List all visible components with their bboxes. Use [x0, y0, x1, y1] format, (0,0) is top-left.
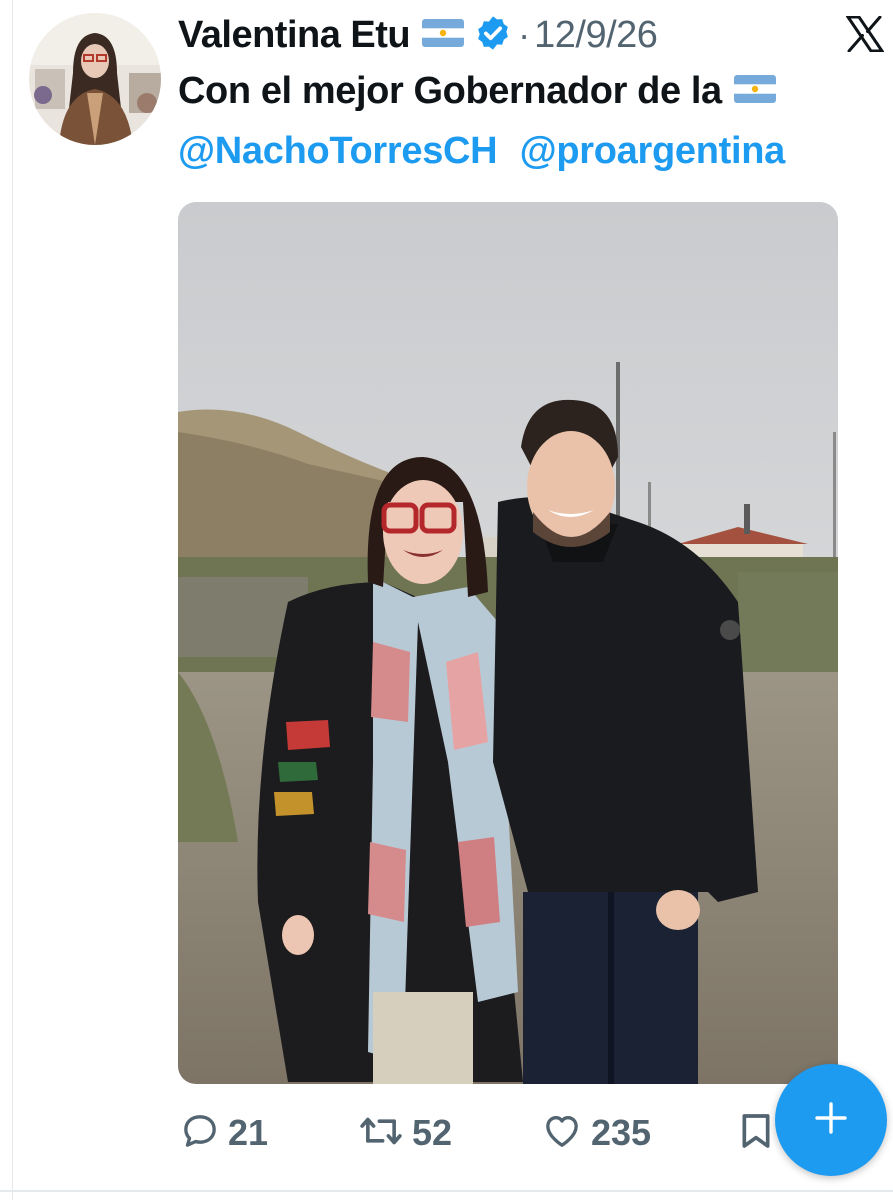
- bookmark-icon: [738, 1111, 774, 1156]
- tweet-text: Con el mejor Gobernador de la: [178, 70, 776, 113]
- compose-button[interactable]: [775, 1064, 887, 1176]
- separator: ·: [518, 14, 531, 55]
- bottom-divider: [0, 1190, 893, 1192]
- like-count: 235: [591, 1112, 652, 1153]
- mention-link[interactable]: @NachoTorresCH: [178, 130, 498, 172]
- retweet-icon: [358, 1111, 404, 1156]
- reply-icon: [180, 1111, 220, 1156]
- tweet-actions: 21 52 235: [0, 1108, 893, 1158]
- heart-icon: [541, 1111, 583, 1156]
- tweet-photo[interactable]: [178, 202, 838, 1084]
- tweet-body: Con el mejor Gobernador de la: [178, 70, 722, 112]
- like-button[interactable]: 235: [541, 1108, 651, 1158]
- x-logo-icon[interactable]: [845, 15, 885, 53]
- verified-badge-icon: [474, 14, 512, 57]
- reply-button[interactable]: 21: [180, 1108, 268, 1158]
- display-name[interactable]: Valentina Etu: [178, 14, 411, 57]
- argentina-flag-icon: [422, 18, 465, 52]
- argentina-flag-icon: [733, 70, 776, 113]
- tweet-mentions: @NachoTorresCH @proargentina: [178, 130, 785, 173]
- avatar[interactable]: [29, 13, 161, 145]
- reply-count: 21: [228, 1112, 269, 1153]
- tweet-header: Valentina Etu · 12/9/26: [178, 10, 658, 60]
- mention-link[interactable]: @proargentina: [520, 130, 786, 172]
- left-divider: [12, 0, 13, 1200]
- retweet-button[interactable]: 52: [358, 1108, 452, 1158]
- plus-icon: [811, 1098, 851, 1143]
- bookmark-button[interactable]: [738, 1108, 774, 1158]
- retweet-count: 52: [412, 1112, 453, 1153]
- timestamp[interactable]: 12/9/26: [534, 14, 658, 57]
